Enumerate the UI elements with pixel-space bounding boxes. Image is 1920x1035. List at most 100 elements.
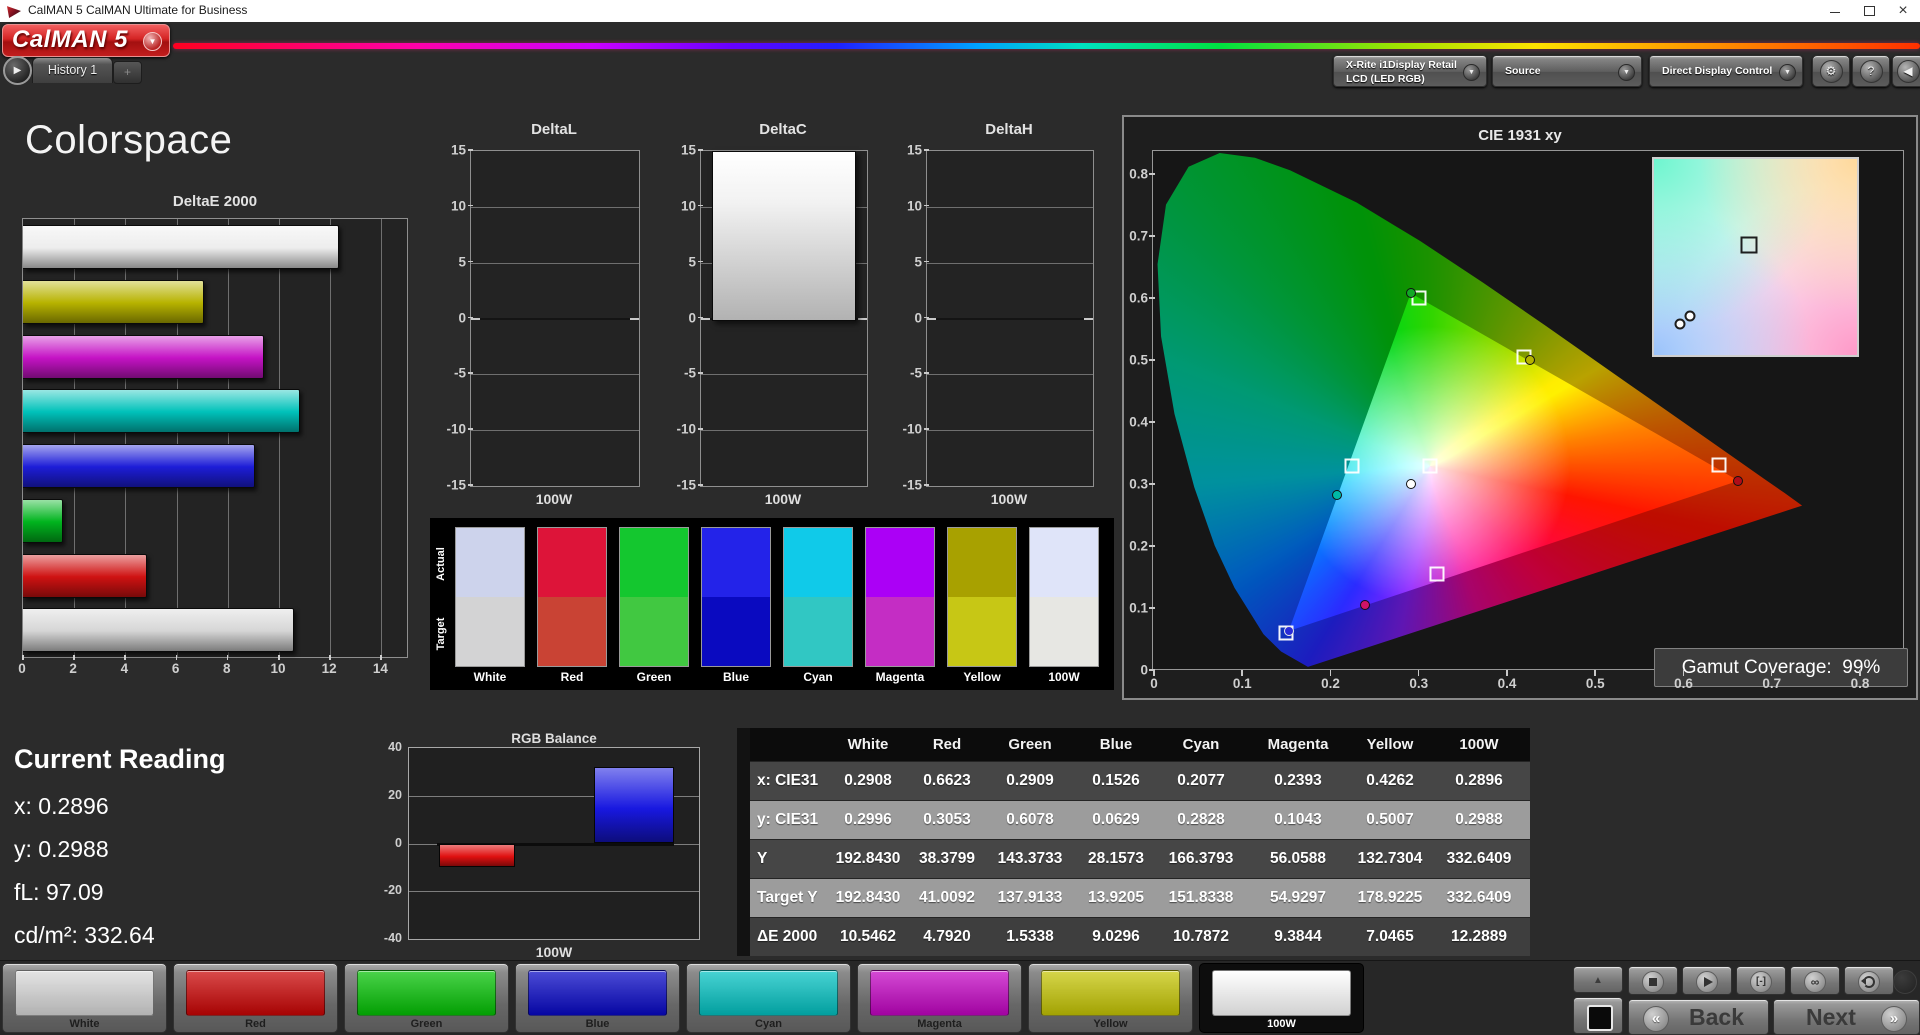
tick-mark <box>924 204 929 207</box>
cie-target-red <box>1711 457 1727 473</box>
deltae2000-chart: DeltaE 2000 0 2 4 6 8 10 12 14 <box>18 193 408 679</box>
chart-title: DeltaE 2000 <box>172 193 258 210</box>
deltae-bar-white <box>23 608 294 653</box>
next-button[interactable]: Next » <box>1773 999 1920 1035</box>
calman-logo-menu[interactable]: CalMAN 5 ▼ <box>2 24 170 57</box>
table-cell: 0.2908 <box>844 772 892 789</box>
loop-infinite-button[interactable]: ∞ <box>1790 966 1840 995</box>
y-tick-label: 5 <box>914 254 922 270</box>
cie-1931-panel: CIE 1931 xy Gamut Coverage: 99% 0 0.1 0.2 0… <box>1122 115 1918 700</box>
table-cell: 166.3793 <box>1168 850 1234 867</box>
cie-measured-magenta <box>1360 600 1371 611</box>
patch-button-magenta[interactable]: Magenta <box>857 963 1022 1033</box>
table-header-cell: Cyan <box>1182 736 1220 753</box>
swatch-label: Red <box>560 670 584 684</box>
settings-button[interactable]: ⚙ <box>1812 55 1850 87</box>
tick-mark <box>698 372 703 374</box>
refresh-button[interactable] <box>1844 966 1894 995</box>
patch-button-green[interactable]: Green <box>344 963 509 1033</box>
patch-button-blue[interactable]: Blue <box>515 963 680 1033</box>
patch-swatch <box>1212 970 1351 1016</box>
stop-glyph <box>1649 978 1657 986</box>
y-tick-label: 15 <box>450 142 466 158</box>
swatch-target-blue <box>702 597 770 666</box>
back-button[interactable]: « Back <box>1628 999 1769 1035</box>
source-dropdown-label: Source <box>1505 65 1541 77</box>
actual-row-label: Actual <box>435 547 447 581</box>
tick-mark <box>1241 670 1243 676</box>
play-button[interactable] <box>1682 966 1732 995</box>
table-cell: 4.7920 <box>923 928 971 945</box>
patch-marker-button[interactable] <box>1573 997 1623 1034</box>
swatch-actual-magenta <box>866 528 934 597</box>
table-cell: 332.6409 <box>1446 889 1512 906</box>
cie-measured-white <box>1405 479 1416 490</box>
deltae2000-x-axis: 0 2 4 6 8 10 12 14 <box>18 655 408 679</box>
stop-button[interactable] <box>1628 966 1678 995</box>
tick-mark <box>924 149 929 151</box>
table-cell: 0.4262 <box>1366 772 1414 789</box>
swatch-column-yellow <box>947 527 1017 667</box>
new-tab-button[interactable]: + <box>113 61 142 84</box>
y-tick-label: 0.4 <box>1129 414 1148 430</box>
y-tick-label: -15 <box>902 477 922 493</box>
restore-button[interactable] <box>1852 0 1886 22</box>
gridline <box>471 206 639 208</box>
y-tick-label: 0.3 <box>1129 476 1148 492</box>
gamut-coverage-value: 99% <box>1842 657 1881 678</box>
swatch-actual-blue <box>702 528 770 597</box>
patch-label: Blue <box>585 1018 610 1030</box>
chart-title: DeltaH <box>985 121 1033 138</box>
patch-swatch <box>528 970 667 1016</box>
cie-target-white <box>1422 458 1438 474</box>
expand-controls-button[interactable]: ▲ <box>1573 966 1623 993</box>
tick-mark <box>468 149 473 151</box>
minimize-button[interactable] <box>1818 0 1852 22</box>
patch-button-yellow[interactable]: Yellow <box>1028 963 1193 1033</box>
tick-mark <box>73 655 75 660</box>
deltaC-bar <box>712 151 856 321</box>
table-row--e-2000: ΔE 2000 10.5462 4.7920 1.5338 9.0296 10.7872 9… <box>750 917 1530 956</box>
tab-scroll-button[interactable]: ▶ <box>3 56 32 85</box>
swatch-target-100w <box>1030 597 1098 666</box>
tick-mark <box>468 372 473 374</box>
display-control-dropdown[interactable]: Direct Display Control ▼ <box>1649 55 1803 87</box>
tick-mark <box>1859 670 1861 676</box>
row-label: x: CIE31 <box>757 772 819 789</box>
collapse-panel-button[interactable]: ◀ <box>1892 55 1920 87</box>
cie-measured-cyan <box>1332 489 1343 500</box>
swatch-target-green <box>620 597 688 666</box>
deltal-plot-area <box>470 150 640 487</box>
cie-target-magenta <box>1429 566 1445 582</box>
patch-swatch <box>870 970 1009 1016</box>
chevron-down-icon: ▼ <box>1618 64 1635 81</box>
gridline <box>471 317 639 320</box>
x-axis-label: 100W <box>535 491 573 507</box>
table-header-cell: Red <box>932 736 962 753</box>
y-tick-label: -15 <box>446 477 466 493</box>
tick-mark <box>1682 670 1684 676</box>
table-cell: 10.5462 <box>839 928 897 945</box>
close-button[interactable]: × <box>1886 0 1920 22</box>
tick-mark <box>468 260 473 263</box>
patch-button-100w[interactable]: 100W <box>1199 963 1364 1033</box>
y-tick-label: -40 <box>383 931 402 945</box>
meter-dropdown[interactable]: X-Rite i1Display Retail LCD (LED RGB) ▼ <box>1333 55 1487 87</box>
swatch-column-cyan <box>783 527 853 667</box>
patch-label: 100W <box>1267 1018 1296 1030</box>
x-tick-label: 0.2 <box>1321 676 1340 691</box>
y-tick-label: 0.1 <box>1129 600 1148 616</box>
table-cell: 0.3053 <box>923 811 971 828</box>
patch-button-white[interactable]: White <box>2 963 167 1033</box>
patch-button-red[interactable]: Red <box>173 963 338 1033</box>
chart-title: DeltaC <box>759 121 807 138</box>
table-header-cell: Blue <box>1099 736 1133 753</box>
source-dropdown[interactable]: Source ▼ <box>1492 55 1642 87</box>
deltae-bar-100w <box>23 225 339 269</box>
patch-button-cyan[interactable]: Cyan <box>686 963 851 1033</box>
interval-button[interactable]: [-] <box>1736 966 1786 995</box>
help-button[interactable]: ? <box>1852 55 1890 87</box>
y-tick-label: 0 <box>458 310 466 325</box>
chevron-down-icon: ▼ <box>1463 64 1480 81</box>
tab-history-1[interactable]: History 1 <box>32 57 113 83</box>
